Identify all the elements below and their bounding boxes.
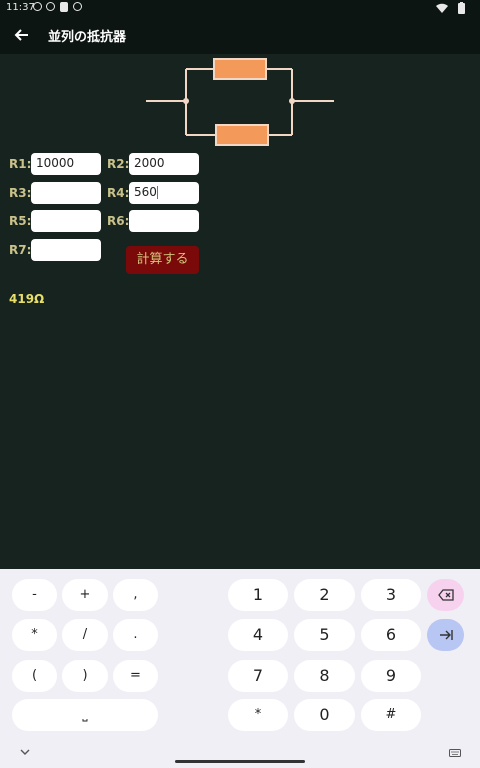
- r6-label: R6:: [107, 214, 130, 228]
- key-star[interactable]: *: [228, 699, 288, 731]
- key-9[interactable]: 9: [361, 660, 421, 692]
- r7-input[interactable]: [31, 239, 101, 261]
- key-hash[interactable]: #: [361, 699, 421, 731]
- r4-value: 560: [134, 185, 157, 199]
- r1-label: R1:: [9, 157, 32, 171]
- status-time: 11:37: [6, 2, 35, 13]
- battery-icon: [458, 2, 465, 14]
- result-text: 419Ω: [9, 292, 45, 306]
- key-comma[interactable]: ,: [113, 579, 158, 611]
- page-title: 並列の抵抗器: [48, 30, 127, 45]
- keyboard-switch-icon[interactable]: [449, 749, 461, 757]
- r3-label: R3:: [9, 186, 32, 200]
- key-4[interactable]: 4: [228, 619, 288, 651]
- hide-keyboard-chevron-icon[interactable]: [20, 748, 30, 756]
- backspace-key[interactable]: [427, 579, 464, 611]
- r7-label: R7:: [9, 243, 32, 257]
- key-period[interactable]: .: [113, 619, 158, 651]
- key-2[interactable]: 2: [294, 579, 355, 611]
- r1-input[interactable]: 10000: [31, 153, 101, 175]
- r2-label: R2:: [107, 157, 130, 171]
- r2-input[interactable]: 2000: [129, 153, 199, 175]
- tab-icon: [439, 630, 453, 640]
- r1-value: 10000: [36, 156, 75, 170]
- key-plus[interactable]: +: [62, 579, 108, 611]
- r6-input[interactable]: [129, 210, 199, 232]
- r5-label: R5:: [9, 214, 32, 228]
- r3-input[interactable]: [31, 182, 101, 204]
- r4-input[interactable]: 560: [129, 182, 199, 204]
- resistor-bottom: [215, 124, 269, 146]
- backspace-icon: [437, 589, 454, 601]
- parallel-resistor-diagram: [146, 58, 334, 146]
- key-6[interactable]: 6: [361, 619, 421, 651]
- key-0[interactable]: 0: [294, 699, 355, 731]
- r5-input[interactable]: [31, 210, 101, 232]
- key-equals[interactable]: =: [113, 660, 158, 692]
- info-icon: [33, 2, 42, 11]
- r2-value: 2000: [134, 156, 165, 170]
- tab-key[interactable]: [427, 619, 464, 651]
- gesture-home-bar[interactable]: [175, 760, 305, 763]
- key-slash[interactable]: /: [62, 619, 108, 651]
- r4-label: R4:: [107, 186, 130, 200]
- key-space[interactable]: ⎵: [12, 699, 158, 731]
- key-multiply[interactable]: *: [12, 619, 57, 651]
- key-1[interactable]: 1: [228, 579, 288, 611]
- status-bar: 11:37: [0, 0, 480, 16]
- key-minus[interactable]: -: [12, 579, 57, 611]
- app-notification-icon: [73, 2, 82, 11]
- key-open-paren[interactable]: (: [12, 660, 57, 692]
- key-5[interactable]: 5: [294, 619, 355, 651]
- key-3[interactable]: 3: [361, 579, 421, 611]
- key-8[interactable]: 8: [294, 660, 355, 692]
- sd-card-icon: [60, 2, 68, 12]
- calculate-button[interactable]: 計算する: [126, 246, 199, 274]
- resistor-top: [213, 58, 267, 80]
- key-7[interactable]: 7: [228, 660, 288, 692]
- wifi-icon: [436, 3, 448, 13]
- text-cursor: [156, 186, 158, 199]
- junction-right: [289, 98, 295, 104]
- back-arrow-icon[interactable]: [12, 25, 32, 45]
- numeric-keyboard: - + , * / . ( ) = ⎵ 1 2 3 4 5 6 7 8 9 * …: [0, 569, 480, 768]
- key-close-paren[interactable]: ): [62, 660, 108, 692]
- app-bar: 並列の抵抗器: [0, 16, 480, 54]
- sync-icon: [46, 2, 55, 11]
- junction-left: [183, 98, 189, 104]
